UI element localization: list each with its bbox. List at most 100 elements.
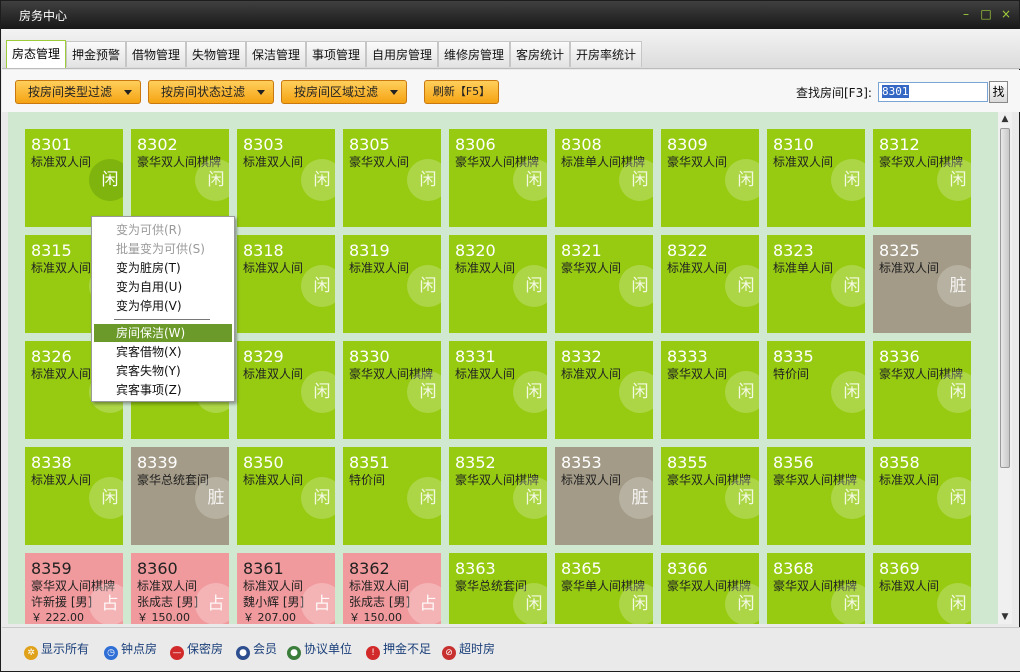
context-menu-item[interactable]: 变为脏房(T) <box>94 259 232 277</box>
room-tile-8355[interactable]: 8355 豪华双人间棋牌闲 <box>661 447 759 545</box>
minimize-button[interactable]: – <box>957 5 975 23</box>
room-tile-8333[interactable]: 8333 豪华双人间闲 <box>661 341 759 439</box>
context-menu-item[interactable]: 变为停用(V) <box>94 297 232 315</box>
room-tile-8335[interactable]: 8335 特价间 闲 <box>767 341 865 439</box>
room-tile-8308[interactable]: 8308 标准单人间棋牌闲 <box>555 129 653 227</box>
refresh-button[interactable]: 刷新【F5】 <box>424 80 499 104</box>
room-tile-8365[interactable]: 8365 豪华单人间棋牌闲 <box>555 553 653 624</box>
room-type: 标准双人间 <box>879 261 940 275</box>
room-type: 标准单人间 <box>773 261 834 275</box>
tab-matters[interactable]: 事项管理 <box>306 41 367 67</box>
legend-item[interactable]: ✲ 显示所有 <box>24 640 89 660</box>
tab-deposit-alert[interactable]: 押金预警 <box>66 41 127 67</box>
guest-name: 魏小辉 [男] <box>243 595 305 609</box>
context-menu-item[interactable]: 变为自用(U) <box>94 278 232 296</box>
room-tile-8321[interactable]: 8321 豪华双人间闲 <box>555 235 653 333</box>
legend-label: 协议单位 <box>304 642 353 656</box>
room-tile-8353[interactable]: 8353 标准双人间脏 <box>555 447 653 545</box>
room-tile-8322[interactable]: 8322 标准双人间闲 <box>661 235 759 333</box>
tab-self-use[interactable]: 自用房管理 <box>366 41 439 67</box>
room-tile-8350[interactable]: 8350 标准双人间闲 <box>237 447 335 545</box>
context-menu-item[interactable]: 房间保洁(W) <box>94 324 232 342</box>
maximize-button[interactable]: □ <box>977 5 995 23</box>
room-tile-8369[interactable]: 8369 标准双人间闲 <box>873 553 971 624</box>
room-tile-8319[interactable]: 8319 标准双人间闲 <box>343 235 441 333</box>
filter-by-status-button[interactable]: 按房间状态过滤 <box>148 80 274 104</box>
tab-borrow[interactable]: 借物管理 <box>126 41 187 67</box>
room-type: 豪华双人间 <box>561 261 622 275</box>
room-tile-8312[interactable]: 8312 豪华双人间棋牌闲 <box>873 129 971 227</box>
room-tile-8306[interactable]: 8306 豪华双人间棋牌闲 <box>449 129 547 227</box>
legend-item[interactable]: ! 押金不足 <box>366 640 431 660</box>
room-tile-8320[interactable]: 8320 标准双人间闲 <box>449 235 547 333</box>
search-input[interactable]: 8301 <box>878 82 988 102</box>
room-tile-8309[interactable]: 8309 豪华双人间闲 <box>661 129 759 227</box>
room-tile-8338[interactable]: 8338 标准双人间闲 <box>25 447 123 545</box>
context-menu-item[interactable]: 宾客失物(Y) <box>94 362 232 380</box>
room-tile-8366[interactable]: 8366 豪华双人间棋牌闲 <box>661 553 759 624</box>
room-tile-8351[interactable]: 8351 特价间 闲 <box>343 447 441 545</box>
room-number: 8320 <box>455 241 496 260</box>
room-tile-8331[interactable]: 8331 标准双人间闲 <box>449 341 547 439</box>
context-menu-item[interactable]: 批量变为可供(S) <box>94 240 232 258</box>
room-type: 豪华双人间 <box>349 155 410 169</box>
room-tile-8359[interactable]: 8359 豪华双人间棋牌 许新援 [男] ￥ 222.00 占 <box>25 553 123 624</box>
room-number: 8351 <box>349 453 390 472</box>
room-tile-8332[interactable]: 8332 标准双人间闲 <box>555 341 653 439</box>
room-tile-8356[interactable]: 8356 豪华双人间棋牌闲 <box>767 447 865 545</box>
filter-by-area-button[interactable]: 按房间区域过滤 <box>281 80 407 104</box>
vacant-badge-icon: 闲 <box>937 159 971 201</box>
context-menu-item[interactable]: 变为可供(R) <box>94 221 232 239</box>
tab-cleaning[interactable]: 保洁管理 <box>246 41 307 67</box>
scroll-down-arrow-icon[interactable]: ▼ <box>998 610 1012 624</box>
scroll-up-arrow-icon[interactable]: ▲ <box>998 112 1012 126</box>
room-tile-8330[interactable]: 8330 豪华双人间棋牌闲 <box>343 341 441 439</box>
legend-item[interactable]: ⊘ 超时房 <box>442 640 495 660</box>
legend-item[interactable]: ● 协议单位 <box>287 640 353 660</box>
room-tile-8323[interactable]: 8323 标准单人间闲 <box>767 235 865 333</box>
filter-bar: 按房间类型过滤 按房间状态过滤 按房间区域过滤 刷新【F5】 查找房间[F3]:… <box>2 70 1020 112</box>
legend-item[interactable]: ◷ 钟点房 <box>104 640 157 660</box>
context-menu-item[interactable]: 宾客借物(X) <box>94 343 232 361</box>
guest-name: 张成志 [男] <box>349 595 411 609</box>
room-number: 8302 <box>137 135 178 154</box>
room-tile-8352[interactable]: 8352 豪华双人间棋牌闲 <box>449 447 547 545</box>
tab-repair[interactable]: 维修房管理 <box>438 41 511 67</box>
room-tile-8325[interactable]: 8325 标准双人间脏 <box>873 235 971 333</box>
room-type: 标准双人间 <box>349 579 410 593</box>
room-tile-8310[interactable]: 8310 标准双人间闲 <box>767 129 865 227</box>
filter-by-status-label: 按房间状态过滤 <box>161 85 246 99</box>
legend-item[interactable]: — 保密房 <box>170 640 223 660</box>
room-number: 8369 <box>879 559 920 578</box>
room-tile-8368[interactable]: 8368 豪华双人间棋牌闲 <box>767 553 865 624</box>
room-tile-8362[interactable]: 8362 标准双人间 张成志 [男] ￥ 150.00 占 <box>343 553 441 624</box>
room-number: 8319 <box>349 241 390 260</box>
room-tile-8318[interactable]: 8318 标准双人间闲 <box>237 235 335 333</box>
vacant-badge-icon: 闲 <box>725 477 759 519</box>
filter-by-type-button[interactable]: 按房间类型过滤 <box>15 80 141 104</box>
tab-lost[interactable]: 失物管理 <box>186 41 247 67</box>
legend-item[interactable]: ● 会员 <box>236 640 277 660</box>
room-tile-8301[interactable]: 8301 标准双人间闲 <box>25 129 123 227</box>
scrollbar-thumb[interactable] <box>1000 128 1010 468</box>
close-button[interactable]: × <box>997 5 1015 23</box>
occupied-badge-icon: 占 <box>407 583 441 624</box>
room-tile-8302[interactable]: 8302 豪华双人间棋牌闲 <box>131 129 229 227</box>
tab-occupancy-stats[interactable]: 开房率统计 <box>570 41 643 67</box>
room-number: 8336 <box>879 347 920 366</box>
search-button[interactable]: 找 <box>989 81 1008 103</box>
room-tile-8361[interactable]: 8361 标准双人间 魏小辉 [男] ￥ 207.00 占 <box>237 553 335 624</box>
room-tile-8303[interactable]: 8303 标准双人间闲 <box>237 129 335 227</box>
room-tile-8336[interactable]: 8336 豪华双人间棋牌闲 <box>873 341 971 439</box>
room-tile-8363[interactable]: 8363 豪华总统套间闲 <box>449 553 547 624</box>
room-tile-8329[interactable]: 8329 标准双人间闲 <box>237 341 335 439</box>
tab-room-status[interactable]: 房态管理 <box>6 40 67 68</box>
tab-room-stats[interactable]: 客房统计 <box>510 41 571 67</box>
room-tile-8360[interactable]: 8360 标准双人间 张成志 [男] ￥ 150.00 占 <box>131 553 229 624</box>
context-menu-item[interactable]: 宾客事项(Z) <box>94 381 232 399</box>
room-tile-8358[interactable]: 8358 标准双人间闲 <box>873 447 971 545</box>
room-tile-8305[interactable]: 8305 豪华双人间闲 <box>343 129 441 227</box>
room-tile-8339[interactable]: 8339 豪华总统套间脏 <box>131 447 229 545</box>
room-number: 8355 <box>667 453 708 472</box>
vertical-scrollbar[interactable]: ▲ ▼ <box>998 112 1012 624</box>
